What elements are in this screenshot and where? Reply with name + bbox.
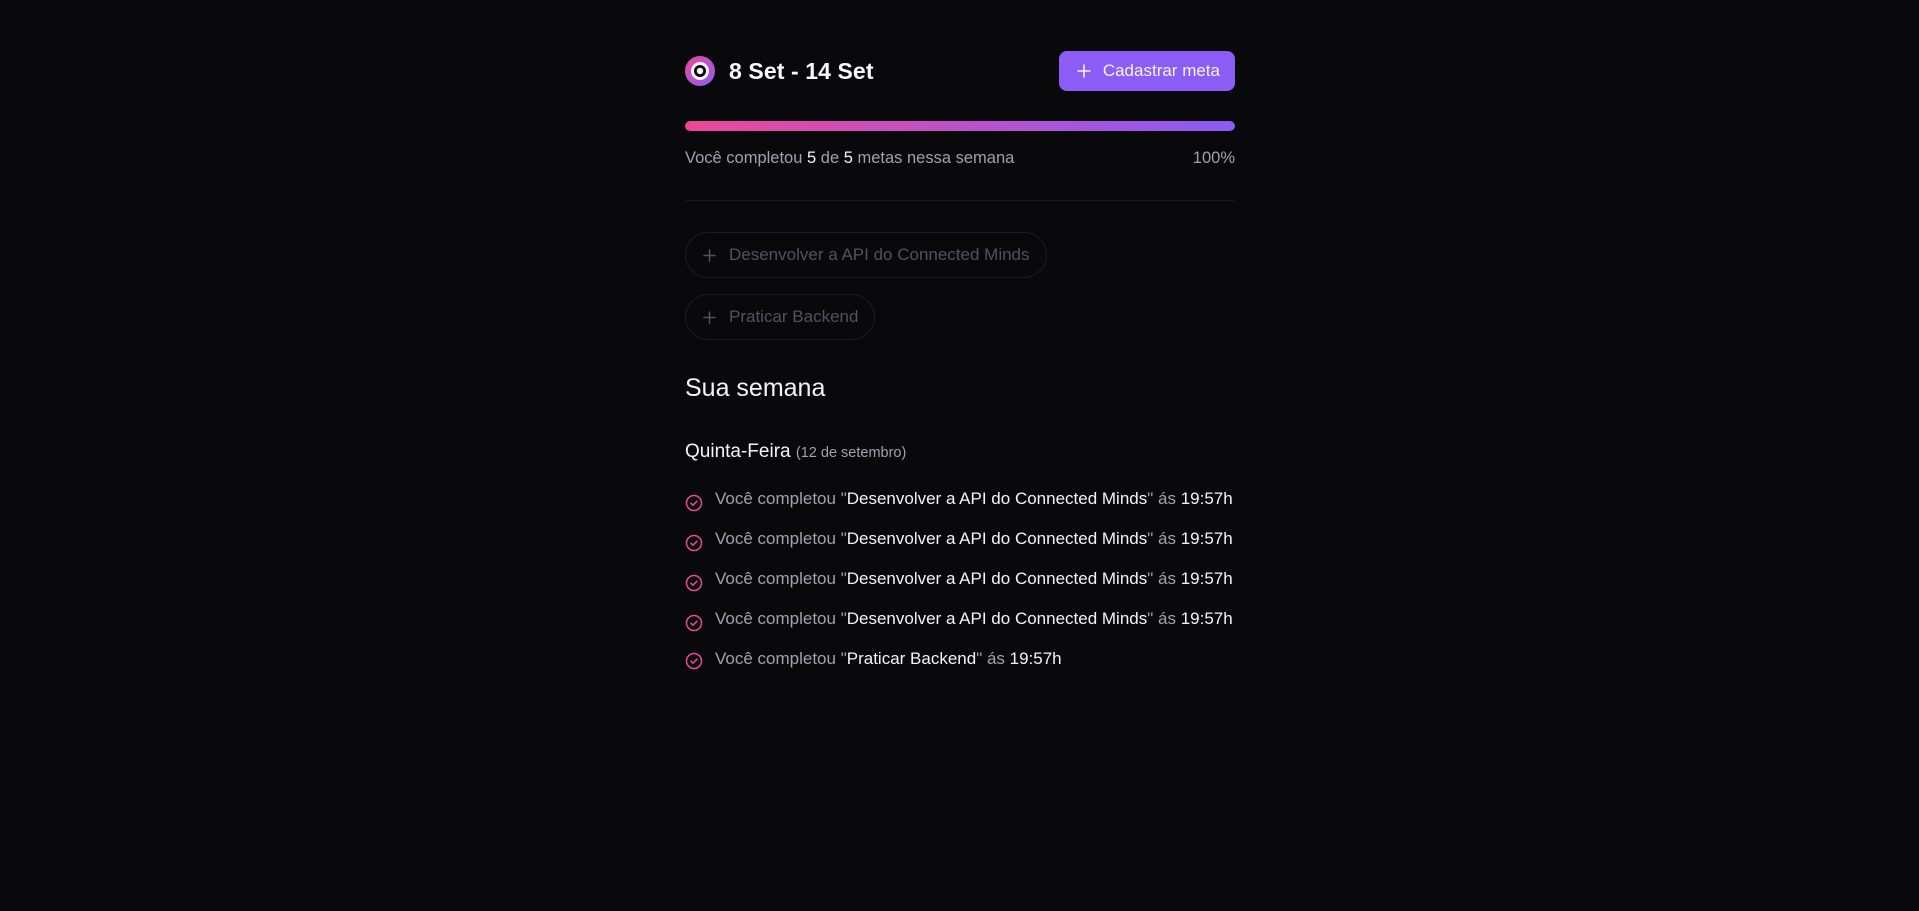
week-range-title: 8 Set - 14 Set bbox=[729, 57, 874, 84]
day-date: (12 de setembro) bbox=[795, 445, 907, 461]
activity-item: Você completou "Praticar Backend" ás 19:… bbox=[685, 646, 1235, 671]
activity-middle: " ás bbox=[1147, 609, 1181, 628]
activity-list: Você completou "Desenvolver a API do Con… bbox=[685, 486, 1235, 686]
circle-check-icon bbox=[685, 574, 703, 592]
progress-bar-fill bbox=[685, 121, 1235, 131]
add-goal-button-label: Cadastrar meta bbox=[1102, 61, 1220, 80]
pending-goal-label: Praticar Backend bbox=[729, 307, 859, 326]
add-goal-button[interactable]: Cadastrar meta bbox=[1058, 51, 1235, 91]
header-left: 8 Set - 14 Set bbox=[685, 56, 874, 86]
activity-goal: Desenvolver a API do Connected Minds bbox=[846, 569, 1148, 588]
activity-time: 19:57h bbox=[1180, 489, 1233, 508]
circle-check-icon bbox=[685, 652, 703, 670]
progress-text-suffix: metas nessa semana bbox=[852, 149, 1015, 167]
activity-goal: Desenvolver a API do Connected Minds bbox=[846, 529, 1148, 548]
plus-icon bbox=[703, 248, 716, 262]
completed-count: 5 bbox=[807, 149, 817, 167]
progress-text-middle: de bbox=[816, 149, 844, 167]
activity-item: Você completou "Desenvolver a API do Con… bbox=[685, 566, 1235, 592]
activity-prefix: Você completou " bbox=[715, 489, 847, 508]
activity-middle: " ás bbox=[1147, 489, 1181, 508]
progress-percent: 100% bbox=[1192, 149, 1235, 167]
circle-check-icon bbox=[685, 614, 703, 632]
activity-prefix: Você completou " bbox=[715, 529, 847, 548]
header: 8 Set - 14 Set Cadastrar meta bbox=[685, 51, 1235, 91]
pending-goal-button[interactable]: Praticar Backend bbox=[685, 294, 876, 340]
in-orbit-logo-icon bbox=[685, 56, 715, 86]
plus-icon bbox=[703, 310, 716, 324]
pending-goals-list: Desenvolver a API do Connected Minds Pra… bbox=[685, 232, 1047, 340]
circle-check-icon bbox=[685, 534, 703, 552]
activity-prefix: Você completou " bbox=[715, 569, 847, 588]
activity-prefix: Você completou " bbox=[715, 649, 847, 668]
activity-middle: " ás bbox=[1147, 569, 1181, 588]
activity-goal: Desenvolver a API do Connected Minds bbox=[846, 489, 1148, 508]
activity-middle: " ás bbox=[1147, 529, 1181, 548]
activity-item: Você completou "Desenvolver a API do Con… bbox=[685, 486, 1235, 512]
activity-goal: Desenvolver a API do Connected Minds bbox=[846, 609, 1148, 628]
day-heading: Quinta-Feira (12 de setembro) bbox=[685, 441, 906, 463]
total-count: 5 bbox=[843, 149, 853, 167]
activity-item: Você completou "Desenvolver a API do Con… bbox=[685, 606, 1235, 632]
activity-item: Você completou "Desenvolver a API do Con… bbox=[685, 526, 1235, 552]
progress-text: Você completou 5 de 5 metas nessa semana bbox=[685, 149, 1014, 168]
pending-goal-button[interactable]: Desenvolver a API do Connected Minds bbox=[685, 232, 1047, 278]
activity-goal: Praticar Backend bbox=[846, 649, 977, 668]
activity-middle: " ás bbox=[976, 649, 1010, 668]
activity-time: 19:57h bbox=[1180, 529, 1233, 548]
day-name: Quinta-Feira bbox=[685, 441, 791, 462]
pending-goal-label: Desenvolver a API do Connected Minds bbox=[729, 245, 1030, 264]
progress-summary: Você completou 5 de 5 metas nessa semana… bbox=[685, 149, 1235, 168]
section-title: Sua semana bbox=[685, 374, 826, 402]
progress-bar bbox=[685, 121, 1235, 131]
progress-text-prefix: Você completou bbox=[685, 149, 807, 167]
activity-time: 19:57h bbox=[1009, 649, 1062, 668]
plus-icon bbox=[1077, 64, 1091, 78]
activity-time: 19:57h bbox=[1180, 569, 1233, 588]
activity-time: 19:57h bbox=[1180, 609, 1233, 628]
activity-prefix: Você completou " bbox=[715, 609, 847, 628]
divider bbox=[685, 200, 1235, 201]
circle-check-icon bbox=[685, 494, 703, 512]
